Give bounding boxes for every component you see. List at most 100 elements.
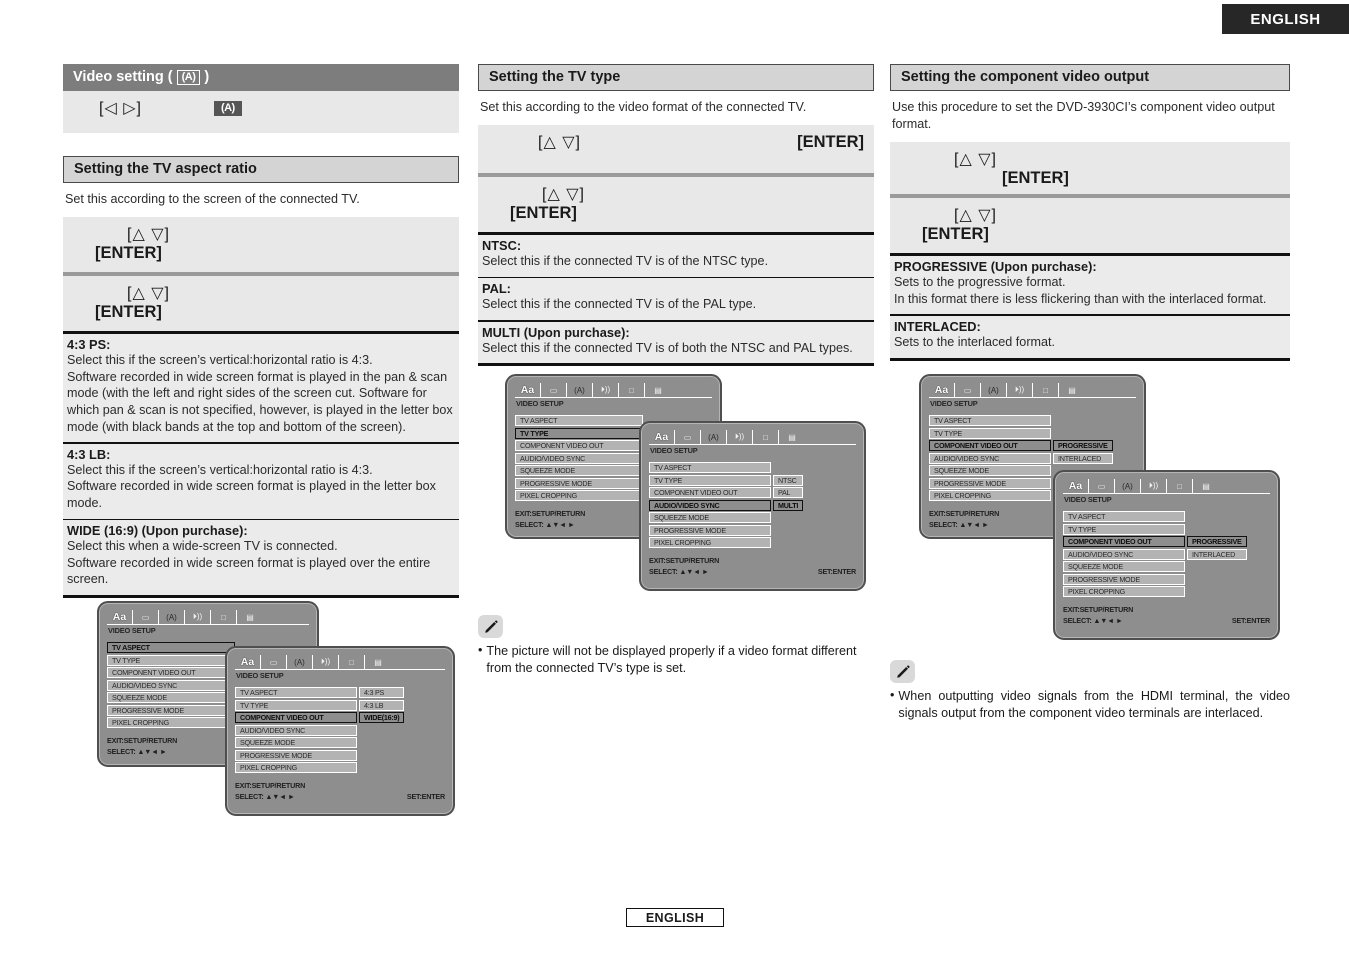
osd-menu-item[interactable]: SQUEEZE MODE [929,465,1051,476]
osd-menu-item[interactable]: COMPONENT VIDEO OUT [235,712,357,723]
audio-icon[interactable]: ⏵)) [1141,479,1167,493]
language-aa-icon[interactable]: Aa [649,430,675,444]
osd-value-item[interactable]: NTSC [773,474,804,486]
osd-value-item[interactable]: 4:3 LB [359,699,405,711]
other-icon[interactable]: ▤ [237,610,263,624]
osd-menu-item[interactable]: PIXEL CROPPING [929,490,1051,501]
video-icon[interactable]: (A) [287,655,313,669]
definition-line-43lb-1: Select this if the screen’s vertical:hor… [67,462,373,477]
osd-menu-item[interactable]: TV TYPE [649,474,771,486]
disc-icon[interactable]: ▭ [133,610,159,624]
osd-menu-item[interactable]: PIXEL CROPPING [1063,586,1185,597]
arrow-up-down-icon-m1: [△ ▽] [538,134,581,151]
osd-value-item[interactable]: 4:3 PS [359,687,405,698]
lock-icon[interactable]: □ [339,655,365,669]
definition-line-43ps-2: Software recorded in wide screen format … [67,369,453,434]
osd-value-item[interactable]: INTERLACED [1053,452,1113,464]
other-icon[interactable]: ▤ [365,655,391,669]
osd-menu-item[interactable]: SQUEEZE MODE [107,692,235,703]
audio-icon[interactable]: ⏵)) [313,655,339,669]
other-icon[interactable]: ▤ [1059,383,1085,397]
osd-menu-item[interactable]: SQUEEZE MODE [1063,561,1185,572]
osd-menu-item[interactable]: TV ASPECT [515,415,643,426]
osd-value-item[interactable]: PAL [773,487,804,498]
osd-select-hint: SELECT: ▲▼◄ ► [649,567,709,576]
lock-icon[interactable]: □ [1167,479,1193,493]
audio-icon[interactable]: ⏵)) [1007,383,1033,397]
language-aa-icon[interactable]: Aa [515,383,541,397]
osd-menu-item[interactable]: TV ASPECT [235,687,357,698]
language-aa-icon[interactable]: Aa [929,383,955,397]
osd-menu-item[interactable]: TV TYPE [515,427,643,439]
osd-menu-item[interactable]: TV TYPE [1063,523,1185,535]
osd-menu-item[interactable]: PROGRESSIVE MODE [235,749,357,761]
video-icon[interactable]: (A) [159,610,185,624]
lock-icon[interactable]: □ [1033,383,1059,397]
osd-menu-item[interactable]: AUDIO/VIDEO SYNC [649,499,771,511]
audio-icon[interactable]: ⏵)) [185,610,211,624]
lock-icon[interactable]: □ [753,430,779,444]
language-aa-icon[interactable]: Aa [1063,479,1089,493]
osd-select-hint: SELECT: ▲▼◄ ► [929,520,989,529]
osd-value-item[interactable]: MULTI [773,499,804,511]
video-icon[interactable]: (A) [567,383,593,397]
osd-menu-item[interactable]: PIXEL CROPPING [235,762,357,773]
osd-menu-item[interactable]: COMPONENT VIDEO OUT [929,440,1051,451]
osd-value-item[interactable]: WIDE(16:9) [359,712,405,723]
disc-icon[interactable]: ▭ [675,430,701,444]
disc-icon[interactable]: ▭ [955,383,981,397]
osd-menu-item[interactable]: COMPONENT VIDEO OUT [515,440,643,451]
osd-menu-item[interactable]: SQUEEZE MODE [515,465,643,476]
osd-menu-item[interactable]: COMPONENT VIDEO OUT [649,487,771,498]
other-icon[interactable]: ▤ [1193,479,1219,493]
video-icon[interactable]: (A) [1115,479,1141,493]
osd-menu-item[interactable]: PROGRESSIVE MODE [1063,573,1185,585]
osd-menu-item[interactable]: AUDIO/VIDEO SYNC [515,452,643,464]
osd-exit-hint: EXIT:SETUP/RETURN [107,736,178,745]
video-icon[interactable]: (A) [701,430,727,444]
osd-menu-item[interactable]: PROGRESSIVE MODE [929,477,1051,489]
disc-icon[interactable]: ▭ [261,655,287,669]
audio-icon[interactable]: ⏵)) [727,430,753,444]
osd-menu-item[interactable]: PIXEL CROPPING [107,717,235,728]
osd-menu-item[interactable]: TV TYPE [929,427,1051,439]
osd-menu-item[interactable]: AUDIO/VIDEO SYNC [1063,548,1185,560]
osd-menu-item[interactable]: TV ASPECT [929,415,1051,426]
osd-menu: TV ASPECT TV TYPE COMPONENT VIDEO OUT AUDIO… [515,415,643,501]
osd-menu-item[interactable]: PROGRESSIVE MODE [107,704,235,716]
osd-menu-item[interactable]: PIXEL CROPPING [649,537,771,548]
osd-menu-item[interactable]: SQUEEZE MODE [235,737,357,748]
note-bullet-right: • [890,688,895,702]
osd-select-hint: SELECT: ▲▼◄ ► [235,792,295,801]
osd-menu: TV ASPECT TV TYPE COMPONENT VIDEO OUT AUDIO… [929,415,1051,501]
osd-value-item[interactable]: PROGRESSIVE [1053,440,1113,451]
other-icon[interactable]: ▤ [645,383,671,397]
osd-menu-item[interactable]: SQUEEZE MODE [649,512,771,523]
audio-icon[interactable]: ⏵)) [593,383,619,397]
osd-menu-item[interactable]: PROGRESSIVE MODE [515,477,643,489]
osd-menu-item[interactable]: TV TYPE [235,699,357,711]
osd-menu-item[interactable]: PIXEL CROPPING [515,490,643,501]
language-aa-icon[interactable]: Aa [235,655,261,669]
osd-menu-item[interactable]: AUDIO/VIDEO SYNC [235,724,357,736]
osd-value-item[interactable]: PROGRESSIVE [1187,536,1247,547]
osd-value-item[interactable]: INTERLACED [1187,548,1247,560]
disc-icon[interactable]: ▭ [541,383,567,397]
lock-icon[interactable]: □ [211,610,237,624]
definition-term-multi: MULTI (Upon purchase): [482,324,630,340]
osd-menu-item[interactable]: TV TYPE [107,654,235,666]
disc-icon[interactable]: ▭ [1089,479,1115,493]
video-icon[interactable]: (A) [981,383,1007,397]
lock-icon[interactable]: □ [619,383,645,397]
language-aa-icon[interactable]: Aa [107,610,133,624]
osd-menu-item[interactable]: TV ASPECT [649,462,771,473]
osd-menu-item[interactable]: PROGRESSIVE MODE [649,524,771,536]
osd-menu-item[interactable]: AUDIO/VIDEO SYNC [929,452,1051,464]
definition-line-wide169-2: Software recorded in wide screen format … [67,555,431,587]
osd-menu-item[interactable]: TV ASPECT [107,642,235,653]
osd-menu-item[interactable]: AUDIO/VIDEO SYNC [107,679,235,691]
osd-menu-item[interactable]: TV ASPECT [1063,511,1185,522]
osd-menu-item[interactable]: COMPONENT VIDEO OUT [1063,536,1185,547]
osd-menu-item[interactable]: COMPONENT VIDEO OUT [107,667,235,678]
other-icon[interactable]: ▤ [779,430,805,444]
